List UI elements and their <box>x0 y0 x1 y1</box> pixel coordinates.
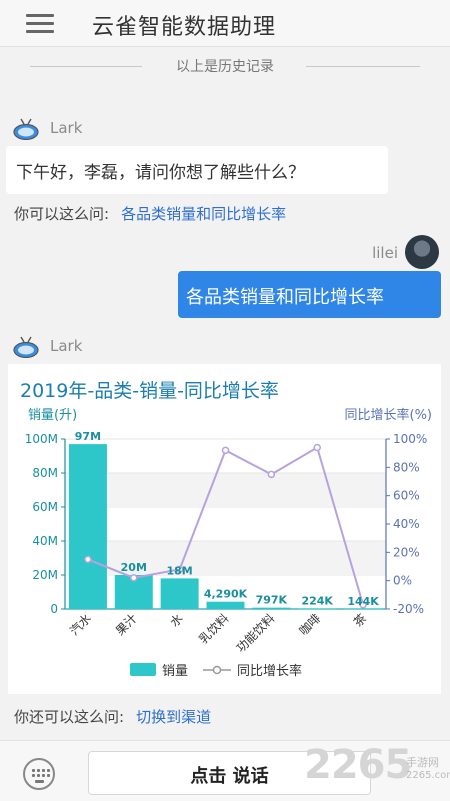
bot-avatar-icon <box>13 336 39 358</box>
category-label-5: 咖啡 <box>296 611 324 639</box>
history-divider: 以上是历史记录 <box>0 56 450 76</box>
y2-tick-label: 60% <box>393 489 420 503</box>
growth-point-4 <box>267 470 276 479</box>
category-label-6: 茶 <box>350 611 369 630</box>
watermark-domain: 2265.com <box>406 770 450 781</box>
bar-label-0: 97M <box>75 430 101 443</box>
bar-3 <box>206 601 245 609</box>
y-tick-label: 100M <box>25 432 58 446</box>
user-message-text: 各品类销量和同比增长率 <box>186 287 384 308</box>
user-name: lilei <box>372 244 398 262</box>
y-axis-label: 销量(升) <box>28 408 77 423</box>
category-label-0: 汽水 <box>66 611 94 639</box>
legend-bar-label: 销量 <box>162 664 188 679</box>
menu-icon[interactable] <box>26 13 54 33</box>
y-tick-label: 20M <box>32 568 58 582</box>
chart-title: 2019年-品类-销量-同比增长率 <box>20 380 279 402</box>
sales-chart: 销量(升) 同比增长率(%) 0 20M 40M 60M 80M 100M -20% 0% 20% 4… <box>25 407 433 679</box>
y-tick-label: 0 <box>50 602 58 616</box>
category-label-1: 果汁 <box>113 611 140 638</box>
y2-tick-label: -20% <box>393 602 424 616</box>
bar-label-1: 20M <box>121 561 147 574</box>
watermark-suffix: 手游网 <box>406 756 439 769</box>
keyboard-icon[interactable] <box>23 758 55 790</box>
y2-tick-label: 0% <box>393 574 412 588</box>
growth-point-5 <box>313 443 321 452</box>
growth-point-1 <box>130 574 138 582</box>
chart-card: 销量(升) 同比增长率(%) 0 20M 40M 60M 80M 100M -20% 0% 20% 4… <box>8 364 441 694</box>
bar-6 <box>344 608 383 610</box>
y2-tick-label: 80% <box>393 460 420 474</box>
bar-label-2: 18M <box>167 564 193 577</box>
top-bar: 云雀智能数据助理 <box>0 0 450 47</box>
switch-channel-link[interactable]: 切换到渠道 <box>136 708 211 726</box>
category-label-3: 乳饮料 <box>196 611 231 646</box>
watermark: 2265 手游网 2265.com <box>304 742 450 800</box>
bar-0 <box>68 444 107 609</box>
watermark-number: 2265 <box>304 742 412 788</box>
y2-axis-label: 同比增长率(%) <box>345 407 433 423</box>
category-label-4: 功能饮料 <box>234 611 278 655</box>
bar-label-5: 224K <box>301 595 333 608</box>
app-title: 云雀智能数据助理 <box>92 15 277 40</box>
y2-tick-label: 100% <box>393 432 427 446</box>
suggest-prompt: 你可以这么问: <box>14 205 110 223</box>
divider-line-right <box>306 66 420 67</box>
bot-name: Lark <box>50 337 83 355</box>
y-tick-label: 60M <box>32 500 58 514</box>
bar-4 <box>252 607 291 609</box>
y-tick-label: 80M <box>32 466 58 480</box>
suggest-link[interactable]: 各品类销量和同比增长率 <box>121 205 286 223</box>
user-avatar <box>405 235 439 269</box>
suggest-row: 你可以这么问: 各品类销量和同比增长率 <box>14 203 286 224</box>
bar-2 <box>160 578 199 609</box>
bot-avatar-icon <box>13 118 39 140</box>
more-suggest-prompt: 你还可以这么问: <box>14 708 125 726</box>
bot-greeting-bubble: 下午好，李磊，请问你想了解些什么？ <box>6 146 388 194</box>
more-suggest-row: 你还可以这么问: 切换到渠道 <box>14 706 211 727</box>
category-label-2: 水 <box>167 611 185 629</box>
legend-line-label: 同比增长率 <box>237 663 302 679</box>
growth-point-3 <box>221 446 230 455</box>
bar-label-3: 4,290K <box>204 588 248 601</box>
bar-label-4: 797K <box>256 594 288 607</box>
y2-tick-label: 20% <box>393 545 420 559</box>
grid-band <box>65 473 386 507</box>
bar-label-6: 144K <box>347 595 379 608</box>
y2-tick-label: 40% <box>393 517 420 531</box>
user-message-bubble[interactable]: 各品类销量和同比增长率 <box>178 271 441 318</box>
bar-5 <box>298 608 337 610</box>
bot-name: Lark <box>50 119 83 137</box>
legend-line-marker <box>212 665 222 675</box>
legend-bar-swatch <box>130 663 156 676</box>
growth-point-0 <box>84 555 92 564</box>
y-tick-label: 40M <box>32 534 58 548</box>
bot-greeting-text: 下午好，李磊，请问你想了解些什么？ <box>16 163 305 183</box>
